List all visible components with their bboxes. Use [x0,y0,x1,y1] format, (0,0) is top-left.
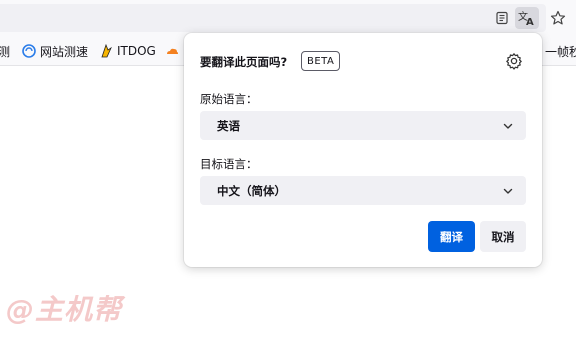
translate-button[interactable]: 翻译 [428,221,475,252]
bookmark-item[interactable]: 测 [0,43,10,59]
panel-title: 要翻译此页面吗? [200,55,288,69]
bookmark-item[interactable]: 一帧秒 [538,43,576,59]
bookmark-label: 测 [0,44,11,59]
translate-icon[interactable]: 文A [515,7,539,29]
bookmark-label: 一帧秒 [545,44,576,59]
watermark: @主机帮 [6,293,123,326]
bookmark-star-icon[interactable] [546,7,570,29]
cancel-button[interactable]: 取消 [480,221,526,252]
bookmark-item[interactable]: ITDOG [99,43,156,59]
bookmark-item[interactable]: 网站测速 [22,43,88,59]
chevron-down-icon [503,123,513,129]
speedtest-icon [22,44,36,58]
reader-view-icon[interactable] [490,7,514,29]
cloud-icon [165,44,179,58]
settings-gear-icon[interactable] [505,52,523,70]
svg-text:A: A [526,17,534,26]
target-language-select[interactable]: 中文（简体） [200,176,526,205]
target-language-value: 中文（简体） [217,183,286,198]
bookmark-item[interactable] [165,43,183,59]
url-bar[interactable] [0,4,546,32]
translation-panel: 要翻译此页面吗? BETA 原始语言： 英语 目标语言： 中文（简体） 翻译 取… [184,33,542,267]
source-language-label: 原始语言： [200,92,258,106]
chevron-down-icon [503,188,513,194]
source-language-value: 英语 [217,118,240,133]
target-language-label: 目标语言： [200,157,258,171]
browser-toolbar: 文A [0,0,576,36]
source-language-select[interactable]: 英语 [200,111,526,140]
beta-badge: BETA [301,51,341,71]
bookmark-label: 网站测速 [40,44,89,59]
itdog-icon [99,43,113,58]
bookmark-label: ITDOG [117,44,156,58]
